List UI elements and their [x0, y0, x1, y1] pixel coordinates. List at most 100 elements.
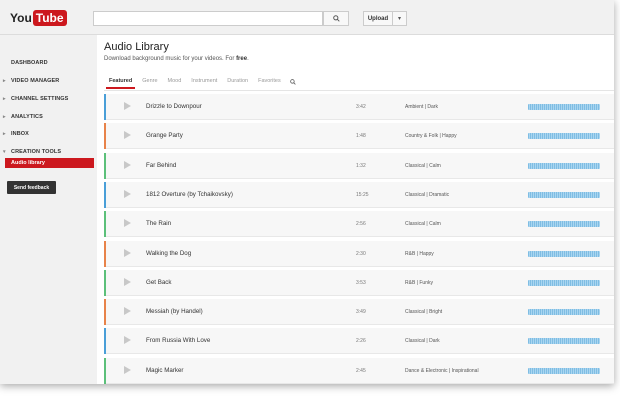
- nav-arrow: ▸: [3, 78, 6, 84]
- track-duration: 2:30: [356, 250, 366, 257]
- search-input[interactable]: [93, 11, 323, 26]
- sidebar-item-label: Dashboard: [11, 60, 48, 66]
- subtitle-period: .: [247, 56, 249, 62]
- track-title: Drizzle to Downpour: [146, 103, 202, 110]
- track-genre-mood: Classical | Bright: [405, 309, 443, 316]
- upload-menu-caret[interactable]: ▾: [393, 11, 407, 26]
- track-genre-accent: [104, 94, 106, 120]
- track-row[interactable]: From Russia With Love 2:26 Classical | Dar…: [104, 328, 614, 355]
- track-title: From Russia With Love: [146, 337, 211, 345]
- logo-you: You: [10, 10, 32, 25]
- search-icon: [289, 78, 296, 85]
- track-row[interactable]: 1812 Overture (by Tchaikovsky) 15:25 Class…: [104, 181, 614, 208]
- tab-instrument[interactable]: Instrument: [186, 75, 222, 88]
- track-genre-mood: Classical | Dark: [405, 338, 440, 345]
- track-genre-accent: [104, 152, 106, 179]
- track-genre-mood: Ambient | Dark: [405, 104, 438, 110]
- search-icon: [332, 15, 340, 22]
- app-window: You Tube Upload ▾ Dashboard ▸ Video Mana…: [0, 0, 614, 384]
- tab-genre[interactable]: Genre: [137, 75, 162, 88]
- track-genre-mood: Dance & Electronic | Inspirational: [405, 367, 479, 374]
- track-row[interactable]: Drizzle to Downpour 3:42 Ambient | Dark: [104, 94, 614, 120]
- track-title: Get Back: [146, 278, 172, 286]
- send-feedback-button[interactable]: Send feedback: [7, 181, 56, 194]
- track-row[interactable]: The Rain 2:56 Classical | Calm: [104, 211, 614, 238]
- track-row[interactable]: Walking the Dog 2:30 R&B | Happy: [104, 240, 614, 267]
- youtube-logo[interactable]: You Tube: [10, 9, 67, 26]
- tab-featured[interactable]: Featured: [104, 75, 137, 89]
- nav-arrow: ▸: [3, 114, 6, 120]
- subtitle-free: free: [236, 56, 248, 62]
- track-duration: 3:42: [356, 104, 366, 110]
- track-row[interactable]: Grange Party 1:48 Country & Folk | Happy: [104, 123, 614, 150]
- track-duration: 15:25: [356, 191, 369, 198]
- waveform-icon[interactable]: [528, 309, 600, 316]
- tab-favorites[interactable]: Favorites: [253, 75, 286, 88]
- sidebar-item-label: Creation Tools: [11, 149, 62, 155]
- top-bar: You Tube Upload ▾: [0, 0, 614, 35]
- nav-arrow: ▸: [3, 96, 6, 102]
- nav-arrow: ▾: [3, 149, 6, 155]
- sidebar-item-audio-library[interactable]: Audio library: [5, 158, 94, 168]
- track-genre-mood: Country & Folk | Happy: [405, 133, 457, 140]
- play-icon[interactable]: [124, 248, 131, 257]
- page-subtitle: Download background music for your video…: [104, 56, 249, 62]
- track-genre-mood: Classical | Calm: [405, 162, 441, 169]
- track-genre-accent: [104, 269, 106, 296]
- track-genre-accent: [104, 299, 106, 326]
- track-row[interactable]: Far Behind 1:32 Classical | Calm: [104, 152, 614, 179]
- tab-duration[interactable]: Duration: [222, 75, 253, 88]
- play-icon[interactable]: [124, 160, 131, 169]
- waveform-icon[interactable]: [528, 250, 600, 257]
- upload-button[interactable]: Upload: [363, 11, 393, 26]
- play-icon[interactable]: [124, 365, 131, 374]
- track-duration: 1:48: [356, 133, 366, 140]
- track-title: Grange Party: [146, 132, 183, 140]
- play-icon[interactable]: [124, 131, 131, 140]
- track-genre-mood: Classical | Calm: [405, 221, 441, 228]
- track-duration: 1:32: [356, 162, 366, 169]
- track-title: 1812 Overture (by Tchaikovsky): [146, 190, 233, 198]
- play-icon[interactable]: [124, 336, 131, 345]
- waveform-icon[interactable]: [528, 133, 600, 140]
- track-genre-accent: [104, 211, 106, 238]
- track-title: Walking the Dog: [146, 249, 192, 257]
- tab-search-button[interactable]: [288, 75, 298, 88]
- track-row[interactable]: Get Back 3:53 R&B | Funky: [104, 269, 614, 296]
- play-icon[interactable]: [124, 102, 131, 110]
- track-genre-mood: Classical | Dramatic: [405, 191, 450, 198]
- track-genre-mood: R&B | Happy: [405, 250, 434, 257]
- play-icon[interactable]: [124, 219, 131, 228]
- waveform-icon[interactable]: [528, 338, 600, 345]
- tab-mood[interactable]: Mood: [163, 75, 187, 88]
- sidebar: Dashboard ▸ Video Manager ▸ Channel Sett…: [0, 35, 97, 384]
- track-row[interactable]: Magic Marker 2:45 Dance & Electronic | Ins…: [104, 357, 614, 384]
- track-title: Messiah (by Handel): [146, 308, 203, 316]
- sidebar-item-label: Inbox: [11, 131, 29, 137]
- track-genre-accent: [104, 328, 106, 355]
- play-icon[interactable]: [124, 189, 131, 198]
- track-duration: 3:53: [356, 279, 366, 286]
- search-button[interactable]: [323, 11, 349, 26]
- track-title: Magic Marker: [146, 366, 184, 374]
- play-icon[interactable]: [124, 277, 131, 286]
- play-icon[interactable]: [124, 307, 131, 316]
- track-duration: 3:49: [356, 309, 366, 316]
- track-genre-accent: [104, 357, 106, 384]
- track-genre-accent: [104, 123, 106, 150]
- waveform-icon[interactable]: [528, 104, 600, 110]
- sidebar-item-label: Video Manager: [11, 78, 60, 84]
- track-genre-mood: R&B | Funky: [405, 279, 433, 286]
- waveform-icon[interactable]: [528, 367, 600, 374]
- track-genre-accent: [104, 240, 106, 267]
- sidebar-item-label: Channel Settings: [11, 96, 69, 102]
- subtitle-text: Download background music for your video…: [104, 56, 237, 62]
- track-genre-accent: [104, 181, 106, 208]
- track-row[interactable]: Messiah (by Handel) 3:49 Classical | Brigh…: [104, 299, 614, 326]
- waveform-icon[interactable]: [528, 162, 600, 169]
- waveform-icon[interactable]: [528, 191, 600, 198]
- waveform-icon[interactable]: [528, 221, 600, 228]
- waveform-icon[interactable]: [528, 279, 600, 286]
- nav-arrow: ▸: [3, 131, 6, 137]
- logo-tube: Tube: [32, 9, 67, 26]
